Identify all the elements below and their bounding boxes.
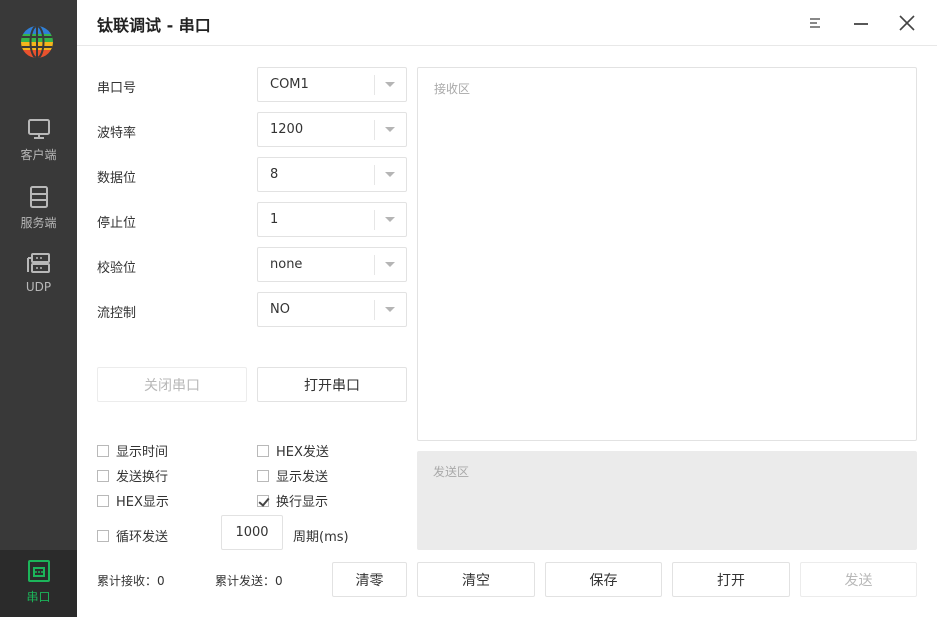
sidebar-item-label: UDP bbox=[25, 280, 52, 294]
dropdown-arrow-icon bbox=[385, 82, 395, 87]
checkbox-checked-icon bbox=[257, 494, 269, 507]
databits-select[interactable]: 8 bbox=[257, 157, 407, 192]
sent-count: 累计发送：0 bbox=[215, 574, 283, 588]
received-count: 累计接收：0 bbox=[97, 574, 165, 588]
stopbits-value: 1 bbox=[270, 212, 279, 227]
title-bar: 钛联调试 - 串口 bbox=[77, 0, 937, 46]
checkbox-box bbox=[257, 444, 269, 457]
databits-label: 数据位 bbox=[97, 171, 137, 186]
baud-value: 1200 bbox=[270, 122, 304, 137]
stopbits-label: 停止位 bbox=[97, 216, 137, 231]
show-send-checkbox[interactable]: 显示发送 bbox=[257, 466, 328, 485]
sidebar: 客户端 服务端 UDP 串口 bbox=[0, 0, 77, 617]
sidebar-item-label: 串口 bbox=[26, 590, 51, 604]
checkbox-box bbox=[97, 529, 109, 542]
parity-select[interactable]: none bbox=[257, 247, 407, 282]
baud-label: 波特率 bbox=[97, 126, 137, 141]
clear-button[interactable]: 清空 bbox=[417, 562, 535, 597]
receive-area[interactable]: 接收区 bbox=[417, 67, 917, 441]
checkbox-box bbox=[257, 469, 269, 482]
serial-port-icon bbox=[27, 560, 50, 582]
sidebar-item-label: 客户端 bbox=[20, 148, 57, 162]
dropdown-arrow-icon bbox=[385, 217, 395, 222]
checkbox-label: HEX显示 bbox=[116, 495, 169, 510]
send-area[interactable]: 发送区 bbox=[417, 451, 917, 550]
baud-select[interactable]: 1200 bbox=[257, 112, 407, 147]
menu-button[interactable] bbox=[804, 11, 828, 35]
dropdown-arrow-icon bbox=[385, 127, 395, 132]
sidebar-item-client[interactable]: 客户端 bbox=[0, 112, 77, 178]
checkbox-label: 循环发送 bbox=[116, 530, 169, 545]
menu-icon bbox=[810, 18, 820, 28]
databits-value: 8 bbox=[270, 167, 279, 182]
save-button[interactable]: 保存 bbox=[545, 562, 662, 597]
loop-send-checkbox[interactable]: 循环发送 bbox=[97, 526, 168, 545]
newline-display-checkbox[interactable]: 换行显示 bbox=[257, 491, 328, 510]
dropdown-arrow-icon bbox=[385, 262, 395, 267]
port-label: 串口号 bbox=[97, 81, 137, 96]
sidebar-item-server[interactable]: 服务端 bbox=[0, 180, 77, 246]
dropdown-arrow-icon bbox=[385, 172, 395, 177]
send-newline-checkbox[interactable]: 发送换行 bbox=[97, 466, 168, 485]
parity-value: none bbox=[270, 257, 303, 272]
send-button[interactable]: 发送 bbox=[800, 562, 917, 597]
flow-select[interactable]: NO bbox=[257, 292, 407, 327]
send-placeholder: 发送区 bbox=[433, 465, 470, 479]
receive-placeholder: 接收区 bbox=[434, 82, 471, 96]
minimize-button[interactable] bbox=[849, 11, 873, 35]
stopbits-select[interactable]: 1 bbox=[257, 202, 407, 237]
hex-display-checkbox[interactable]: HEX显示 bbox=[97, 491, 169, 510]
monitor-icon bbox=[27, 119, 50, 139]
checkbox-label: 显示时间 bbox=[116, 445, 169, 460]
open-port-button[interactable]: 打开串口 bbox=[257, 367, 407, 402]
window-title: 钛联调试 - 串口 bbox=[97, 16, 211, 35]
reset-count-button[interactable]: 清零 bbox=[332, 562, 407, 597]
flow-value: NO bbox=[270, 302, 290, 317]
flow-label: 流控制 bbox=[97, 306, 137, 321]
close-icon bbox=[899, 15, 915, 31]
close-button[interactable] bbox=[895, 11, 919, 35]
sidebar-item-udp[interactable]: UDP bbox=[0, 246, 77, 312]
period-input[interactable]: 1000 bbox=[221, 515, 283, 550]
sidebar-item-serial[interactable]: 串口 bbox=[0, 550, 77, 617]
checkbox-label: 发送换行 bbox=[116, 470, 169, 485]
hex-send-checkbox[interactable]: HEX发送 bbox=[257, 441, 329, 460]
server-icon bbox=[29, 186, 48, 208]
udp-network-icon bbox=[26, 253, 50, 273]
checkbox-box bbox=[97, 494, 109, 507]
globe-logo-icon bbox=[21, 26, 53, 58]
show-time-checkbox[interactable]: 显示时间 bbox=[97, 441, 168, 460]
minimize-icon bbox=[854, 23, 868, 25]
port-select[interactable]: COM1 bbox=[257, 67, 407, 102]
parity-label: 校验位 bbox=[97, 261, 137, 276]
period-label: 周期(ms) bbox=[293, 530, 349, 545]
port-value: COM1 bbox=[270, 77, 309, 92]
checkbox-label: 显示发送 bbox=[276, 470, 329, 485]
open-file-button[interactable]: 打开 bbox=[672, 562, 790, 597]
checkbox-label: 换行显示 bbox=[276, 495, 329, 510]
checkbox-box bbox=[97, 444, 109, 457]
checkbox-box bbox=[97, 469, 109, 482]
close-port-button[interactable]: 关闭串口 bbox=[97, 367, 247, 402]
checkbox-label: HEX发送 bbox=[276, 445, 329, 460]
dropdown-arrow-icon bbox=[385, 307, 395, 312]
sidebar-item-label: 服务端 bbox=[20, 216, 57, 230]
